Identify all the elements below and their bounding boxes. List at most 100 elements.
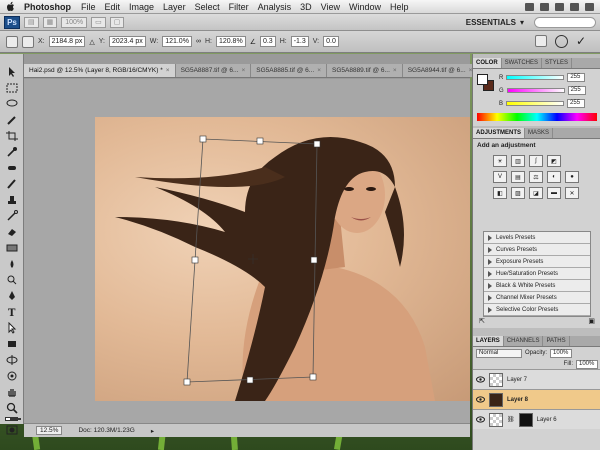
levels-icon[interactable]: ▥ [511,155,525,167]
gradient-tool-icon[interactable] [5,242,19,254]
quick-mask-icon[interactable] [5,424,19,436]
cancel-transform-icon[interactable] [554,35,568,48]
vibrance-icon[interactable]: V [493,171,507,183]
eye-icon[interactable] [476,376,485,383]
eraser-tool-icon[interactable] [5,226,19,238]
healing-brush-tool-icon[interactable] [5,162,19,174]
document-size-info[interactable]: Doc: 120.3M/1.23G [78,427,134,434]
menu-3d[interactable]: 3D [300,2,312,12]
green-value-field[interactable]: 255 [567,86,586,95]
crop-tool-icon[interactable] [5,130,19,142]
portrait-photo[interactable] [95,117,470,401]
menu-file[interactable]: File [81,2,96,12]
tab-styles[interactable]: STYLES [542,58,573,68]
gradient-map-icon[interactable]: ▬ [547,187,561,199]
eye-icon[interactable] [476,396,485,403]
tray-status-icon[interactable] [555,2,564,11]
type-tool-icon[interactable]: T [5,306,19,318]
document-tab[interactable]: SG5A8889.tif @ 6... × [327,64,403,77]
preset-curves[interactable]: Curves Presets [484,244,590,256]
tab-channels[interactable]: CHANNELS [504,336,544,346]
tab-color[interactable]: COLOR [473,58,502,68]
tray-status-icon[interactable] [525,2,534,11]
path-selection-tool-icon[interactable] [5,322,19,334]
menu-view[interactable]: View [321,2,340,12]
preset-exposure[interactable]: Exposure Presets [484,256,590,268]
blue-slider[interactable] [506,101,565,106]
blend-mode-select[interactable]: Normal [476,348,522,358]
tray-status-icon[interactable] [570,2,579,11]
preset-levels[interactable]: Levels Presets [484,232,590,244]
color-spectrum-bar[interactable] [477,113,597,121]
shape-tool-icon[interactable] [5,338,19,350]
hue-saturation-icon[interactable]: ▤ [511,171,525,183]
workspace-switcher[interactable]: ESSENTIALS ▾ [466,18,524,27]
menu-select[interactable]: Select [195,2,220,12]
dodge-tool-icon[interactable] [5,274,19,286]
tab-masks[interactable]: MASKS [525,128,554,138]
preset-channel-mixer[interactable]: Channel Mixer Presets [484,292,590,304]
width-field[interactable]: 121.0% [162,36,192,47]
horizontal-skew-field[interactable]: -1.3 [290,36,309,47]
zoom-percentage-field[interactable]: 12.5% [36,426,63,435]
background-color-swatch[interactable] [10,418,21,420]
exposure-icon[interactable]: ◩ [547,155,561,167]
close-icon[interactable]: × [317,67,321,74]
tab-paths[interactable]: PATHS [543,336,570,346]
chevron-right-icon[interactable]: ▸ [151,427,154,435]
green-slider[interactable] [506,88,565,93]
curves-icon[interactable]: ∫ [529,155,543,167]
zoom-level-select[interactable]: 100% [61,16,88,28]
menu-filter[interactable]: Filter [229,2,249,12]
close-icon[interactable]: × [393,67,397,74]
document-tab[interactable]: SG5A8944.tif @ 6... × [402,64,479,77]
preset-hue-saturation[interactable]: Hue/Saturation Presets [484,268,590,280]
pen-tool-icon[interactable] [5,290,19,302]
opacity-field[interactable]: 100% [550,348,573,358]
quick-select-tool-icon[interactable] [5,114,19,126]
screen-mode-button[interactable]: ▢ [109,16,125,28]
close-icon[interactable]: × [166,67,170,74]
selective-color-icon[interactable]: ✕ [565,187,579,199]
eye-icon[interactable] [476,416,485,423]
reference-point-icon[interactable] [22,35,34,48]
tab-swatches[interactable]: SWATCHES [502,58,543,68]
warp-mode-icon[interactable] [534,35,547,47]
photo-filter-icon[interactable]: ● [565,171,579,183]
menu-help[interactable]: Help [390,2,409,12]
zoom-tool-icon[interactable] [5,402,19,414]
layer-mask-thumbnail[interactable] [518,412,533,427]
eyedropper-tool-icon[interactable] [5,146,19,158]
tray-status-icon[interactable] [540,2,549,11]
height-field[interactable]: 120.8% [215,36,246,47]
color-balance-icon[interactable]: ⚖ [529,171,543,183]
menu-analysis[interactable]: Analysis [258,2,292,12]
3d-orbit-tool-icon[interactable] [5,370,19,382]
layer-row[interactable]: Layer 7 [473,369,600,389]
panel-menu-icon[interactable]: ▣ [588,317,595,325]
app-name-menu[interactable]: Photoshop [24,2,71,12]
bridge-button[interactable]: ▤ [24,16,39,28]
y-position-field[interactable]: 2023.4 px [109,36,146,47]
marquee-tool-icon[interactable] [5,82,19,94]
black-white-icon[interactable]: ◐ [547,171,561,183]
tab-layers[interactable]: LAYERS [473,336,504,346]
vertical-skew-field[interactable]: 0.0 [323,36,339,47]
arrange-documents-button[interactable]: ▭ [91,16,106,28]
foreground-color-chip[interactable] [477,74,488,85]
tab-adjustments[interactable]: ADJUSTMENTS [473,128,526,138]
clip-to-layer-icon[interactable]: ⇱ [479,317,485,325]
document-tab[interactable]: SG5A8887.tif @ 6... × [175,64,252,77]
3d-rotate-tool-icon[interactable] [5,354,19,366]
angle-field[interactable]: 0.3 [259,36,276,47]
layer-row[interactable]: ⛓ Layer 6 [473,409,600,429]
close-icon[interactable]: × [241,67,245,74]
posterize-icon[interactable]: ▨ [511,187,525,199]
menu-image[interactable]: Image [129,2,154,12]
threshold-icon[interactable]: ◪ [529,187,543,199]
document-tab[interactable]: Hai2.psd @ 12.5% (Layer 8, RGB/16/CMYK) … [24,64,176,77]
menu-layer[interactable]: Layer [163,2,186,12]
invert-icon[interactable]: ◧ [493,187,507,199]
red-value-field[interactable]: 255 [567,73,586,82]
clone-stamp-tool-icon[interactable] [5,194,19,206]
